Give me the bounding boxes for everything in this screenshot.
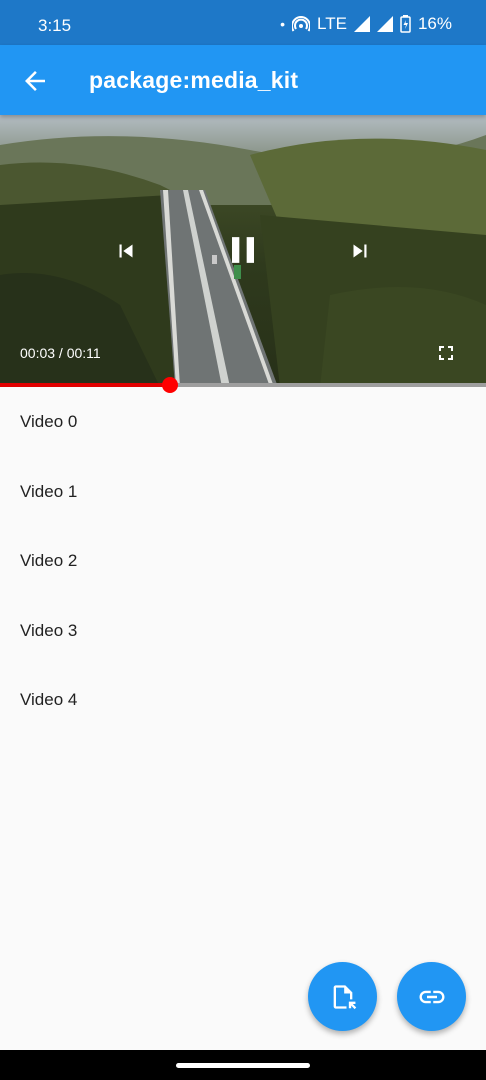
battery-level: 16%: [417, 14, 452, 33]
app-bar: package:media_kit: [0, 45, 486, 115]
status-time: 3:15: [38, 16, 72, 35]
fullscreen-icon[interactable]: [434, 341, 458, 365]
video-player[interactable]: 00:03 / 00:11: [0, 115, 486, 387]
open-file-button[interactable]: [308, 962, 377, 1031]
link-icon: [419, 990, 444, 1003]
pause-icon[interactable]: [221, 228, 265, 272]
list-item[interactable]: Video 4: [0, 665, 486, 735]
video-list: Video 0 Video 1 Video 2 Video 3 Video 4: [0, 387, 486, 735]
list-item[interactable]: Video 1: [0, 457, 486, 527]
skip-previous-icon[interactable]: [113, 238, 139, 264]
list-item[interactable]: Video 3: [0, 596, 486, 666]
list-item[interactable]: Video 0: [0, 387, 486, 457]
file-open-icon: [333, 984, 356, 1009]
hotspot-icon: [292, 16, 311, 32]
battery-icon: [400, 15, 411, 33]
home-gesture-handle[interactable]: [176, 1063, 310, 1068]
skip-next-icon[interactable]: [347, 238, 373, 264]
status-bar: 3:15 • LTE 16%: [0, 0, 486, 45]
open-url-button[interactable]: [397, 962, 466, 1031]
back-button[interactable]: [20, 66, 50, 96]
system-nav-bar: [0, 1050, 486, 1080]
signal-icon: [376, 16, 393, 32]
status-icons: • LTE 16%: [280, 14, 452, 34]
arrow-back-icon: [25, 71, 45, 91]
list-item[interactable]: Video 2: [0, 526, 486, 596]
page-title: package:media_kit: [89, 67, 299, 93]
playback-time: 00:03 / 00:11: [20, 345, 101, 361]
signal-icon: [353, 16, 370, 32]
notification-dot: •: [280, 16, 286, 32]
network-type: LTE: [317, 14, 347, 33]
